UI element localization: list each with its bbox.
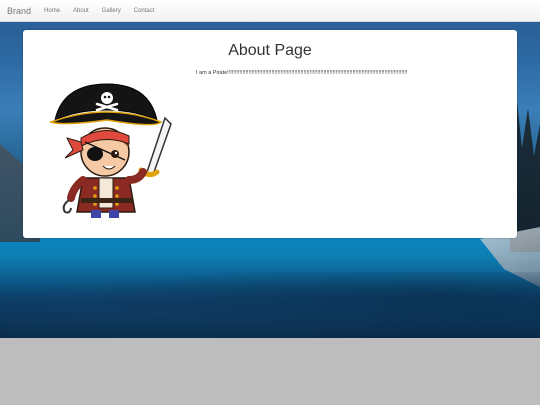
- nav-link-contact[interactable]: Contact: [134, 8, 155, 14]
- water-reflection: [0, 272, 540, 338]
- navbar: Brand Home About Gallery Contact: [0, 0, 540, 22]
- nav-link-home[interactable]: Home: [44, 8, 60, 14]
- content-card: About Page I am a Pirate!!!!!!!!!!!!!!!!…: [23, 30, 517, 238]
- page-text: I am a Pirate!!!!!!!!!!!!!!!!!!!!!!!!!!!…: [196, 70, 408, 76]
- brand-link[interactable]: Brand: [7, 6, 31, 16]
- nav-link-about[interactable]: About: [73, 8, 89, 14]
- nav-link-gallery[interactable]: Gallery: [102, 8, 121, 14]
- page-title: About Page: [228, 42, 312, 59]
- pirate-illustration: [48, 83, 172, 218]
